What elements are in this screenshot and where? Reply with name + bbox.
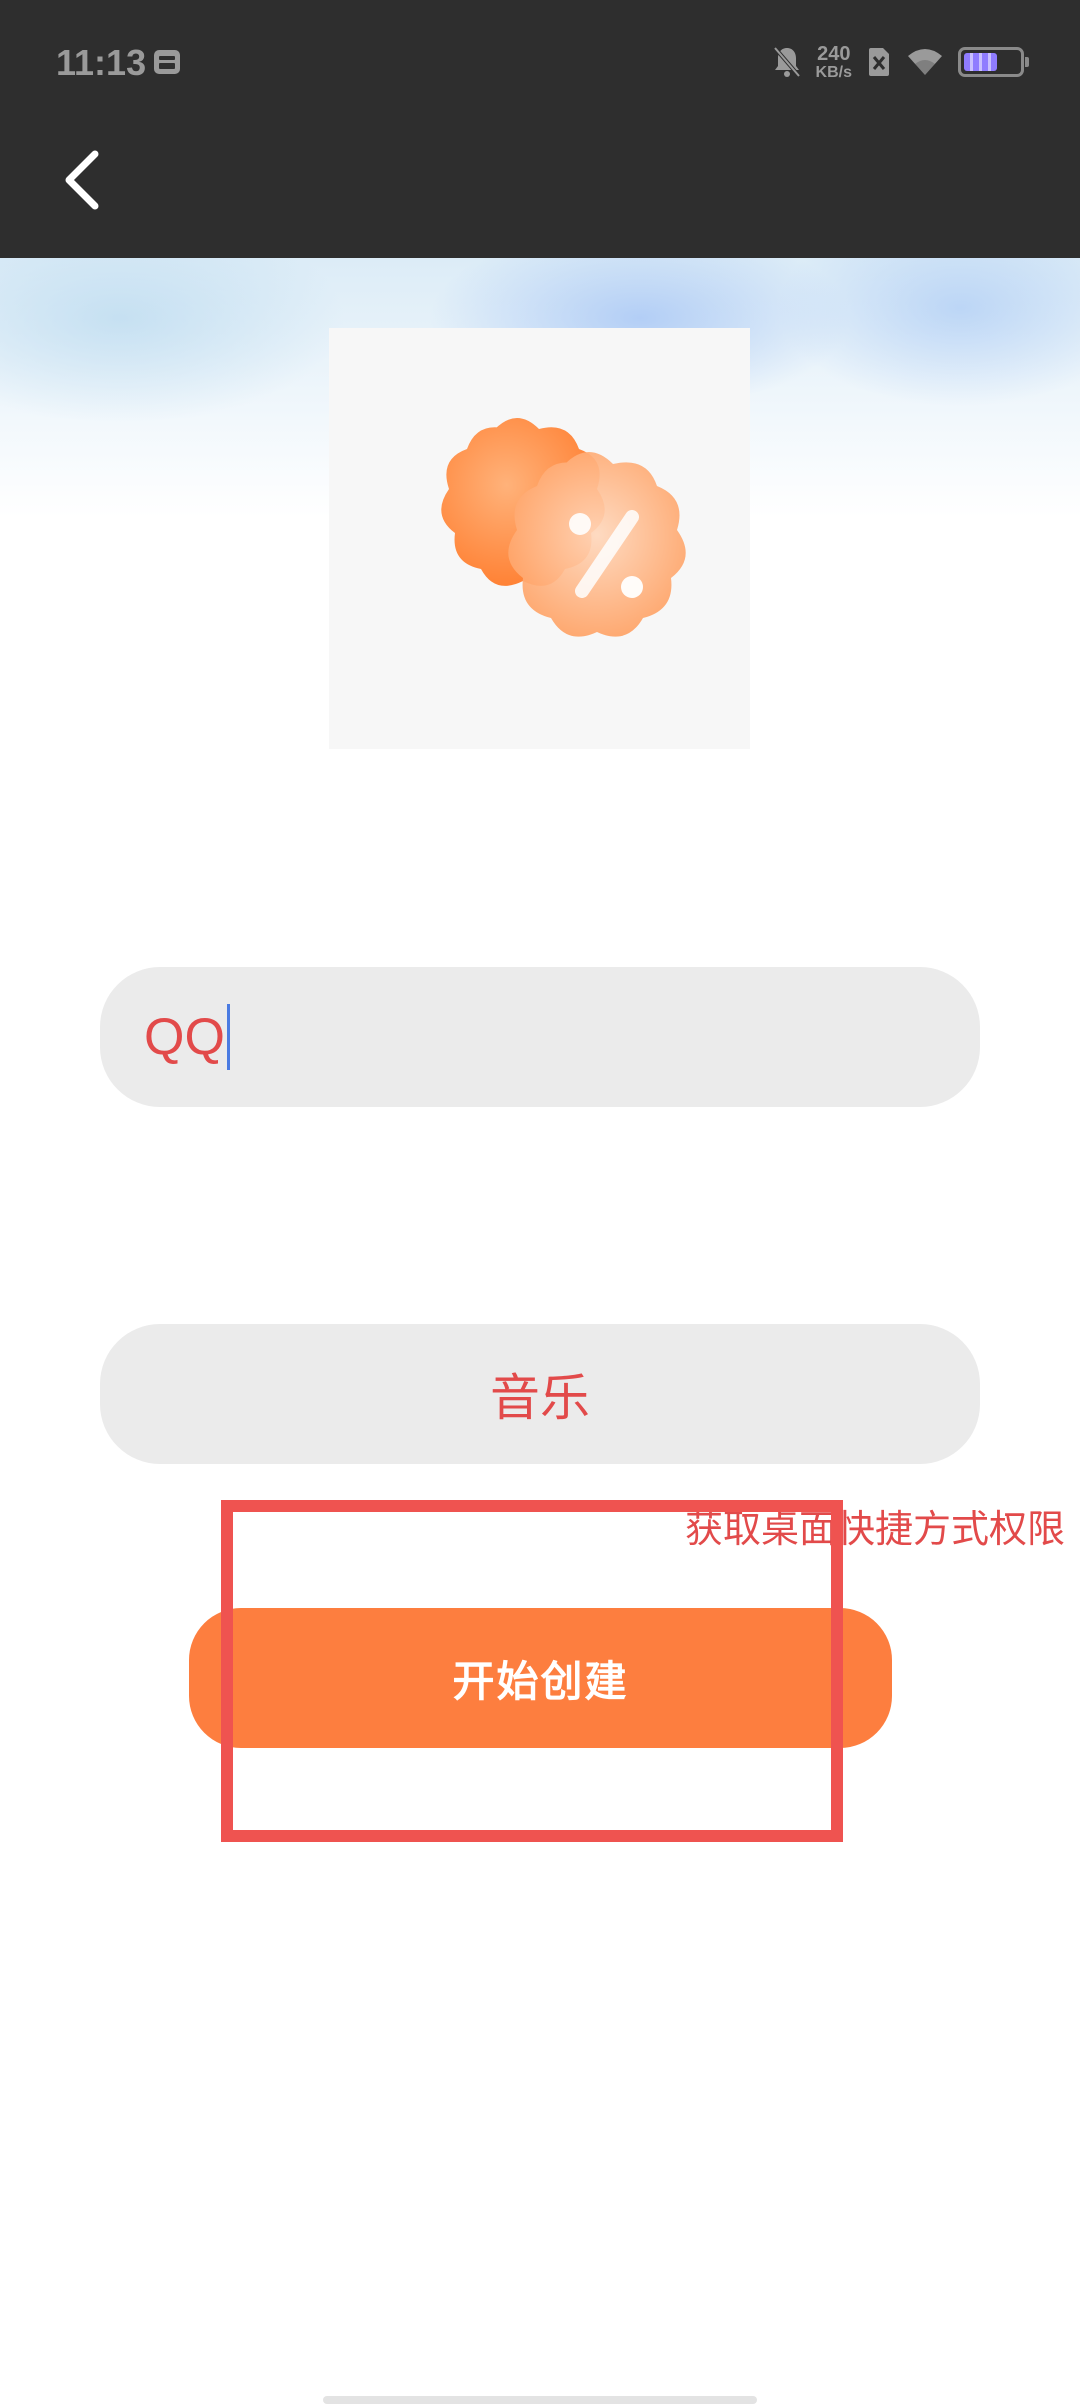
highlight-box [221, 1500, 843, 1842]
chevron-left-icon [65, 150, 99, 210]
net-speed: 240 KB/s [816, 44, 852, 81]
top-bar: 11:13 240 KB/s [0, 0, 1080, 258]
app-icon-preview[interactable] [329, 328, 750, 749]
wifi-icon [908, 49, 942, 75]
category-value: 音乐 [490, 1370, 590, 1426]
status-icons: 240 KB/s [772, 40, 1029, 84]
net-speed-value: 240 [817, 42, 851, 65]
battery-icon [958, 47, 1029, 77]
shortcut-name-input[interactable]: QQ [100, 967, 980, 1107]
category-selector[interactable]: 音乐 [100, 1324, 980, 1464]
home-indicator[interactable] [323, 2396, 757, 2404]
storage-icon [154, 50, 180, 74]
net-speed-unit: KB/s [815, 63, 852, 81]
back-button[interactable] [46, 140, 116, 220]
battery-level [964, 53, 998, 71]
discount-badge-icon [440, 417, 686, 637]
sim-off-icon [869, 48, 889, 76]
text-caret [226, 1004, 230, 1070]
status-time: 11:13 [56, 42, 147, 83]
silent-icon [773, 46, 801, 78]
shortcut-name-value: QQ [144, 1008, 225, 1066]
